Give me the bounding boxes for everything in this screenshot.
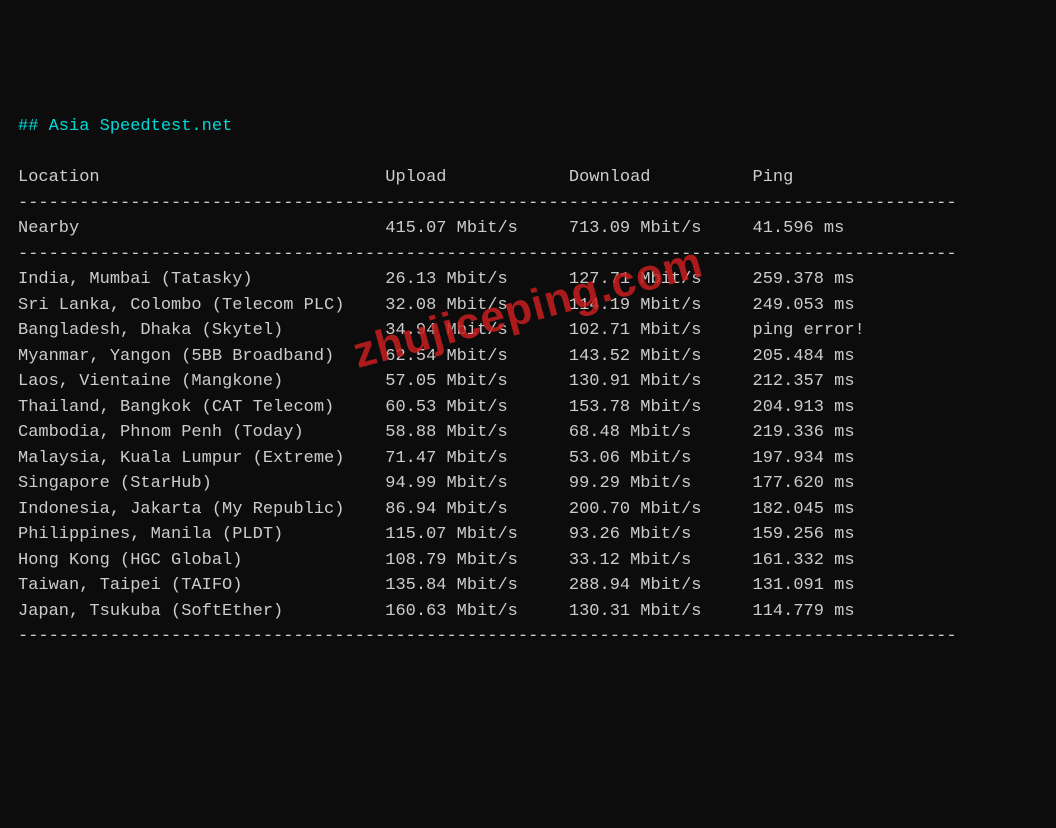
table-row: Laos, Vientaine (Mangkone) 57.05 Mbit/s … bbox=[18, 372, 855, 391]
divider: ----------------------------------------… bbox=[18, 627, 957, 646]
table-row: Hong Kong (HGC Global) 108.79 Mbit/s 33.… bbox=[18, 551, 855, 570]
terminal-output: ## Asia Speedtest.net Location Upload Do… bbox=[18, 114, 1038, 650]
table-row: Japan, Tsukuba (SoftEther) 160.63 Mbit/s… bbox=[18, 602, 855, 621]
table-row: India, Mumbai (Tatasky) 26.13 Mbit/s 127… bbox=[18, 270, 855, 289]
table-row: Philippines, Manila (PLDT) 115.07 Mbit/s… bbox=[18, 525, 855, 544]
table-row: Bangladesh, Dhaka (Skytel) 34.94 Mbit/s … bbox=[18, 321, 865, 340]
divider: ----------------------------------------… bbox=[18, 194, 957, 213]
table-row: Singapore (StarHub) 94.99 Mbit/s 99.29 M… bbox=[18, 474, 855, 493]
table-row: Taiwan, Taipei (TAIFO) 135.84 Mbit/s 288… bbox=[18, 576, 855, 595]
table-row: Cambodia, Phnom Penh (Today) 58.88 Mbit/… bbox=[18, 423, 855, 442]
divider: ----------------------------------------… bbox=[18, 245, 957, 264]
section-title: ## Asia Speedtest.net bbox=[18, 117, 232, 136]
table-row: Indonesia, Jakarta (My Republic) 86.94 M… bbox=[18, 500, 855, 519]
table-row: Thailand, Bangkok (CAT Telecom) 60.53 Mb… bbox=[18, 398, 855, 417]
header-row: Location Upload Download Ping bbox=[18, 168, 793, 187]
table-row: Sri Lanka, Colombo (Telecom PLC) 32.08 M… bbox=[18, 296, 855, 315]
table-row: Malaysia, Kuala Lumpur (Extreme) 71.47 M… bbox=[18, 449, 855, 468]
nearby-row: Nearby 415.07 Mbit/s 713.09 Mbit/s 41.59… bbox=[18, 219, 844, 238]
table-row: Myanmar, Yangon (5BB Broadband) 62.54 Mb… bbox=[18, 347, 855, 366]
